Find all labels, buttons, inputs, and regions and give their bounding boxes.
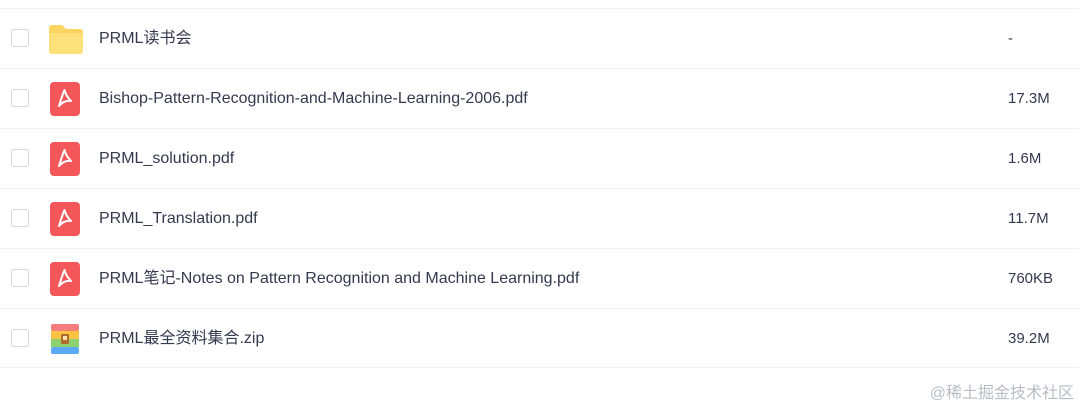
pdf-icon [48, 262, 82, 296]
file-size: 1.6M [1008, 150, 1042, 167]
row-checkbox[interactable] [11, 149, 29, 167]
row-checkbox[interactable] [11, 329, 29, 347]
file-row-pdf[interactable]: Bishop-Pattern-Recognition-and-Machine-L… [0, 68, 1079, 128]
file-name[interactable]: PRML_solution.pdf [99, 129, 234, 189]
watermark: @稀土掘金技术社区 [929, 385, 1074, 402]
file-list: PRML读书会 - Bishop-Pattern-Recognition-and… [0, 8, 1079, 368]
pdf-icon [48, 142, 82, 176]
pdf-icon [48, 202, 82, 236]
file-name[interactable]: Bishop-Pattern-Recognition-and-Machine-L… [99, 69, 528, 129]
file-row-pdf[interactable]: PRML笔记-Notes on Pattern Recognition and … [0, 248, 1079, 308]
pdf-icon [48, 82, 82, 116]
row-checkbox[interactable] [11, 269, 29, 287]
file-size: 39.2M [1008, 330, 1050, 347]
zip-icon [48, 322, 82, 356]
file-size: 17.3M [1008, 90, 1050, 107]
file-name[interactable]: PRML读书会 [99, 9, 191, 69]
file-size: - [1008, 30, 1013, 47]
file-size: 760KB [1008, 270, 1054, 287]
file-size: 11.7M [1008, 210, 1049, 227]
file-row-pdf[interactable]: PRML_solution.pdf 1.6M [0, 128, 1079, 188]
row-checkbox[interactable] [11, 89, 29, 107]
file-name[interactable]: PRML笔记-Notes on Pattern Recognition and … [99, 249, 579, 309]
file-row-zip[interactable]: PRML最全资料集合.zip 39.2M [0, 308, 1079, 368]
file-row-pdf[interactable]: PRML_Translation.pdf 11.7M [0, 188, 1079, 248]
row-checkbox[interactable] [11, 29, 29, 47]
file-row-folder[interactable]: PRML读书会 - [0, 8, 1079, 68]
file-name[interactable]: PRML_Translation.pdf [99, 189, 258, 249]
folder-icon [48, 22, 83, 56]
row-checkbox[interactable] [11, 209, 29, 227]
file-name[interactable]: PRML最全资料集合.zip [99, 309, 264, 369]
